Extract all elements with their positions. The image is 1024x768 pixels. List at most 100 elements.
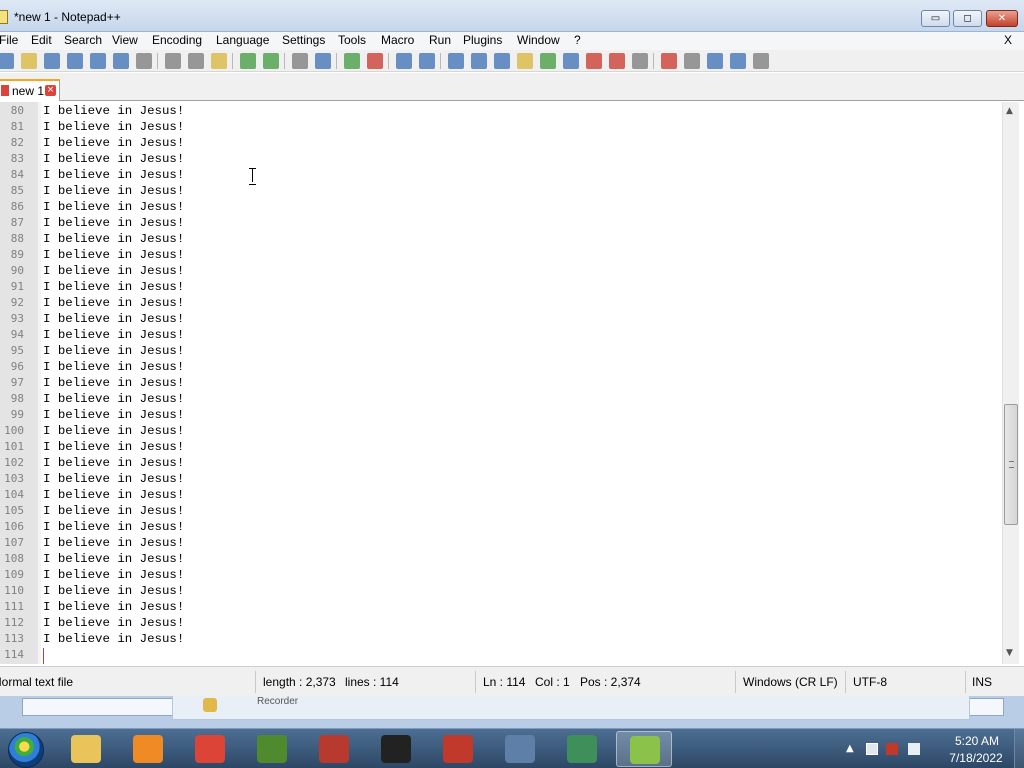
zoom-out-icon[interactable] [367,53,383,69]
menu-settings[interactable]: Settings [282,33,325,47]
editor-line[interactable]: 99 I believe in Jesus! [0,407,1002,423]
action-center-icon[interactable] [886,743,898,755]
save-icon[interactable] [44,53,60,69]
undo-icon[interactable] [240,53,256,69]
maximize-button[interactable]: ◻ [953,10,982,27]
close-document-x[interactable]: X [1004,33,1012,47]
menu-file[interactable]: File [0,33,18,47]
run-macro-multiple-icon[interactable] [730,53,746,69]
editor-line[interactable]: 92 I believe in Jesus! [0,295,1002,311]
zoom-in-icon[interactable] [344,53,360,69]
editor-line[interactable]: 85 I believe in Jesus! [0,183,1002,199]
sync-vertical-icon[interactable] [396,53,412,69]
editor-line[interactable]: 114 [0,647,1002,663]
tab-close-icon[interactable]: × [45,85,56,96]
editor-line[interactable]: 108 I believe in Jesus! [0,551,1002,567]
menu-plugins[interactable]: Plugins [463,33,502,47]
task-snoopy-app[interactable] [430,731,486,767]
editor-line[interactable]: 89 I believe in Jesus! [0,247,1002,263]
text-editor[interactable]: 80 I believe in Jesus! 81 I believe in Jesu… [0,102,1002,664]
editor-line[interactable]: 106 I believe in Jesus! [0,519,1002,535]
show-desktop-button[interactable] [1014,729,1024,768]
task-face-app[interactable] [368,731,424,767]
replace-icon[interactable] [315,53,331,69]
task-explorer[interactable] [58,731,114,767]
sync-horizontal-icon[interactable] [419,53,435,69]
new-file-icon[interactable] [0,53,14,69]
folder-workspace-icon[interactable] [586,53,602,69]
stop-record-icon[interactable] [684,53,700,69]
clock-time[interactable]: 5:20 AM [946,734,1008,748]
editor-line[interactable]: 86 I believe in Jesus! [0,199,1002,215]
user-language-icon[interactable] [517,53,533,69]
editor-line[interactable]: 100 I believe in Jesus! [0,423,1002,439]
editor-line[interactable]: 101 I believe in Jesus! [0,439,1002,455]
editor-line[interactable]: 95 I believe in Jesus! [0,343,1002,359]
paste-icon[interactable] [211,53,227,69]
task-installer[interactable] [306,731,362,767]
menu-edit[interactable]: Edit [31,33,52,47]
task-media-player[interactable] [120,731,176,767]
menu-tools[interactable]: Tools [338,33,366,47]
open-file-icon[interactable] [21,53,37,69]
editor-line[interactable]: 104 I believe in Jesus! [0,487,1002,503]
editor-line[interactable]: 82 I believe in Jesus! [0,135,1002,151]
show-all-chars-icon[interactable] [471,53,487,69]
editor-line[interactable]: 84 I believe in Jesus! [0,167,1002,183]
editor-line[interactable]: 113 I believe in Jesus! [0,631,1002,647]
menu-macro[interactable]: Macro [381,33,414,47]
scroll-thumb[interactable] [1004,404,1018,525]
indent-guide-icon[interactable] [494,53,510,69]
editor-line[interactable]: 98 I believe in Jesus! [0,391,1002,407]
start-button[interactable] [8,732,44,768]
scroll-up-icon[interactable]: ▲ [1006,106,1013,116]
save-macro-icon[interactable] [753,53,769,69]
close-icon[interactable] [90,53,106,69]
redo-icon[interactable] [263,53,279,69]
doc-map-icon[interactable] [540,53,556,69]
menu-window[interactable]: Window [517,33,560,47]
task-network-app[interactable] [492,731,548,767]
editor-line[interactable]: 91 I believe in Jesus! [0,279,1002,295]
folder-icon[interactable] [609,53,625,69]
network-icon[interactable] [866,743,878,755]
word-wrap-icon[interactable] [448,53,464,69]
menu-search[interactable]: Search [64,33,102,47]
status-eol[interactable]: Windows (CR LF) [743,675,838,689]
editor-line[interactable]: 103 I believe in Jesus! [0,471,1002,487]
editor-line[interactable]: 102 I believe in Jesus! [0,455,1002,471]
close-window-button[interactable]: ✕ [986,10,1018,27]
volume-icon[interactable] [908,743,920,755]
tray-chevron-icon[interactable]: ▲ [846,743,858,755]
vertical-scrollbar[interactable]: ▲ ▼ [1002,102,1019,664]
task-monitor-app[interactable] [554,731,610,767]
menu-run[interactable]: Run [429,33,451,47]
editor-line[interactable]: 93 I believe in Jesus! [0,311,1002,327]
close-all-icon[interactable] [113,53,129,69]
editor-line[interactable]: 94 I believe in Jesus! [0,327,1002,343]
clock-date[interactable]: 7/18/2022 [940,751,1012,765]
menu-language[interactable]: Language [216,33,269,47]
playback-icon[interactable] [707,53,723,69]
editor-line[interactable]: 112 I believe in Jesus! [0,615,1002,631]
scroll-down-icon[interactable]: ▼ [1006,648,1013,658]
menu-view[interactable]: View [112,33,138,47]
copy-icon[interactable] [188,53,204,69]
print-icon[interactable] [136,53,152,69]
editor-line[interactable]: 80 I believe in Jesus! [0,103,1002,119]
editor-line[interactable]: 81 I believe in Jesus! [0,119,1002,135]
editor-line[interactable]: 109 I believe in Jesus! [0,567,1002,583]
minimize-button[interactable]: ▭ [921,10,950,27]
task-chrome[interactable] [182,731,238,767]
editor-line[interactable]: 90 I believe in Jesus! [0,263,1002,279]
editor-line[interactable]: 97 I believe in Jesus! [0,375,1002,391]
editor-line[interactable]: 87 I believe in Jesus! [0,215,1002,231]
editor-line[interactable]: 83 I believe in Jesus! [0,151,1002,167]
record-macro-icon[interactable] [661,53,677,69]
function-list-icon[interactable] [563,53,579,69]
task-notepadpp[interactable] [616,731,672,767]
editor-line[interactable]: 88 I believe in Jesus! [0,231,1002,247]
find-icon[interactable] [292,53,308,69]
editor-line[interactable]: 96 I believe in Jesus! [0,359,1002,375]
editor-line[interactable]: 107 I believe in Jesus! [0,535,1002,551]
